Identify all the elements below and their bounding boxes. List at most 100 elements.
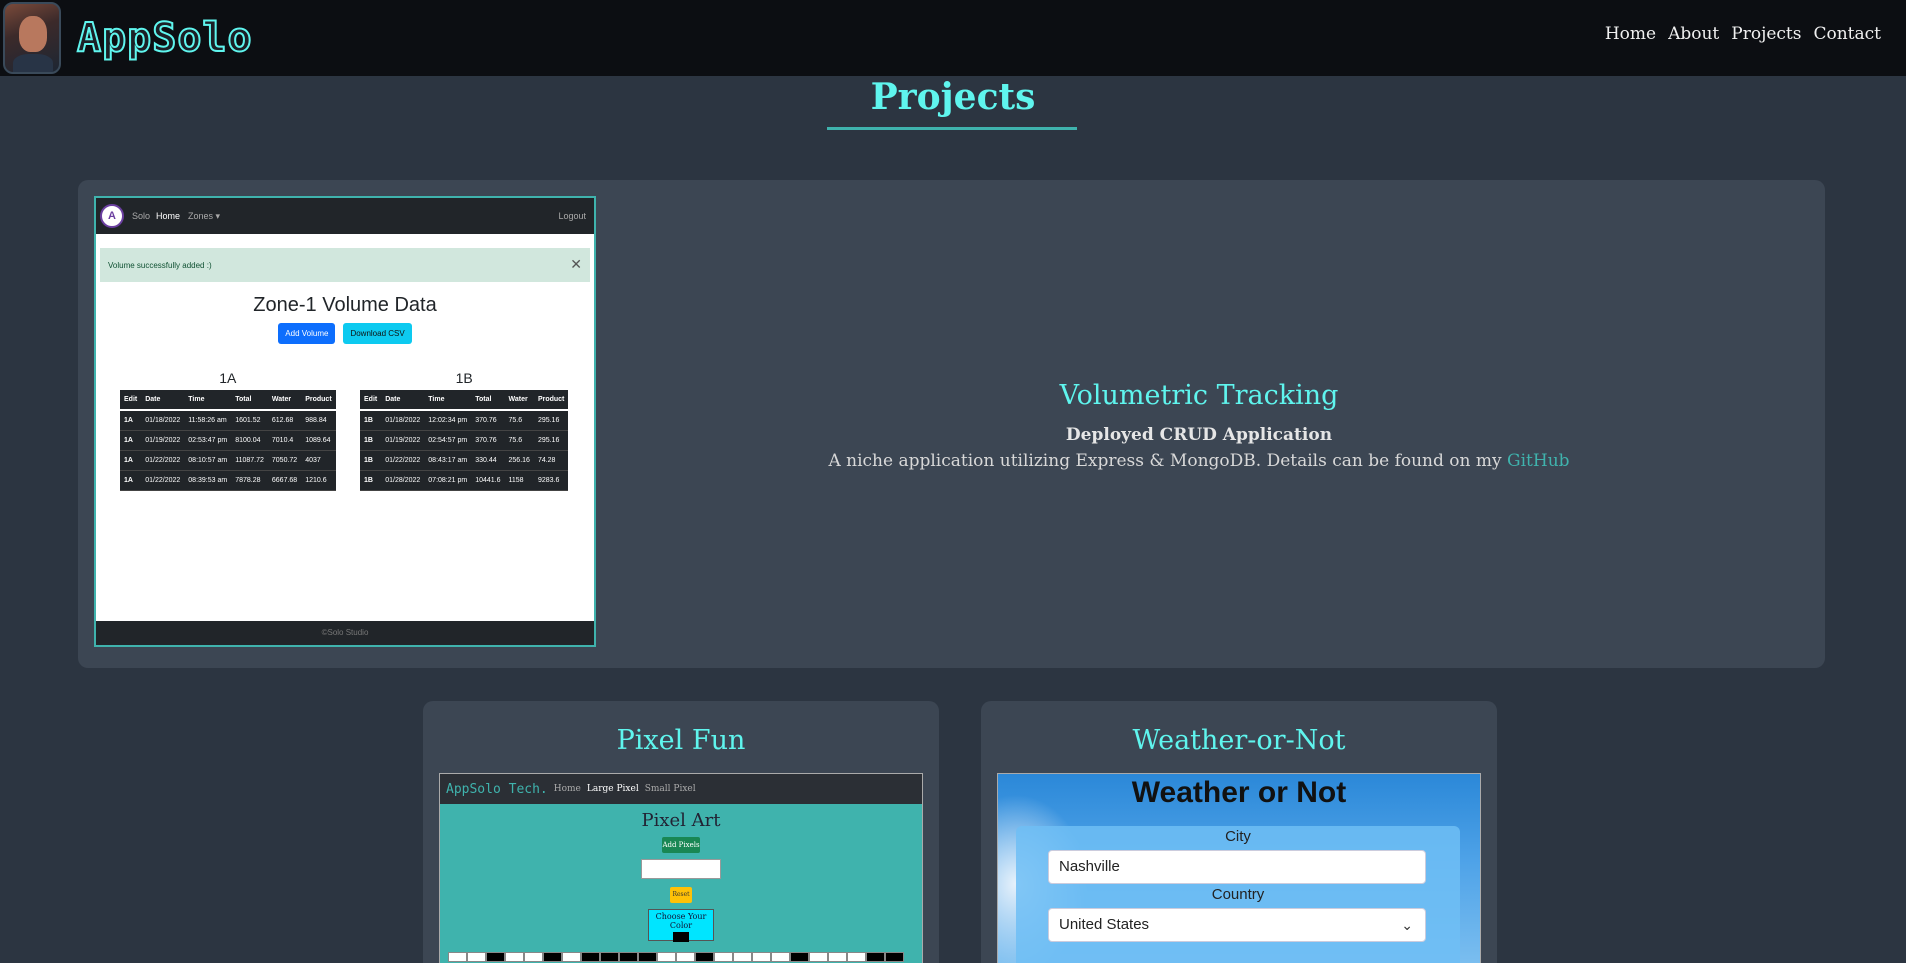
avatar[interactable] [3, 2, 61, 74]
table-cell: 7050.72 [267, 450, 302, 471]
table-cell: 370.76 [471, 410, 505, 431]
table-cell: 1210.6 [301, 470, 336, 491]
brand-logo[interactable]: AppSolo [76, 14, 253, 62]
color-picker-label: Choose Your Color [655, 912, 707, 930]
volumetric-screenshot: A Solo Home Zones ▾ Logout Volume succes… [94, 196, 596, 647]
project-subtitle: Deployed CRUD Application [1065, 425, 1333, 445]
title-underline [827, 127, 1077, 130]
table-header-cell: Total [231, 390, 268, 411]
pixel-cell [828, 952, 847, 962]
table-row: 1A 01/22/2022 08:39:53 am 7878.28 6667.68 121… [120, 470, 336, 491]
screenshot-add-volume-button: Add Volume [278, 323, 336, 344]
pixel-cell [866, 952, 885, 962]
pixel-fun-screenshot[interactable]: AppSolo Tech. Home Large Pixel Small Pix… [439, 773, 923, 963]
table-cell: 1B [360, 410, 382, 431]
screenshot-download-csv-button: Download CSV [343, 323, 412, 344]
project-description-text: A niche application utilizing Express & … [828, 451, 1502, 471]
table-cell: 1158 [504, 470, 534, 491]
nav-link-contact[interactable]: Contact [1813, 24, 1881, 44]
screenshot-alert: Volume successfully added :) ✕ [100, 248, 590, 282]
table-header-cell: Edit [120, 390, 142, 411]
table-header-cell: Time [184, 390, 232, 411]
table-cell: 01/18/2022 [141, 410, 185, 431]
pixel-cell [790, 952, 809, 962]
project-card-weather: Weather-or-Not Weather or Not City Nashv… [981, 701, 1497, 963]
screenshot-footer: ©Solo Studio [96, 621, 594, 645]
table-cell: 01/19/2022 [141, 430, 185, 451]
screenshot-alert-text: Volume successfully added :) [108, 260, 212, 270]
table-cell: 7878.28 [231, 470, 268, 491]
table-cell: 256.16 [504, 450, 534, 471]
table-header-cell: Time [424, 390, 472, 411]
weather-screenshot[interactable]: Weather or Not City Nashville Country Un… [997, 773, 1481, 963]
table-cell: 12:02:34 pm [424, 410, 472, 431]
screenshot-pixel-input [641, 859, 721, 879]
pixel-cell [619, 952, 638, 962]
screenshot-logo-icon: A [100, 204, 124, 228]
table-cell: 612.68 [267, 410, 302, 431]
table-cell: 01/22/2022 [381, 450, 425, 471]
table-name: 1A [219, 370, 237, 386]
pixel-cell [885, 952, 904, 962]
city-field: Nashville [1048, 850, 1426, 884]
country-select: United States ⌄ [1048, 908, 1426, 942]
country-value: United States [1059, 916, 1150, 933]
pixel-cell [695, 952, 714, 962]
screenshot-nav-large-pixel: Large Pixel [586, 784, 639, 794]
pixel-cell [505, 952, 524, 962]
table-cell: 1A [120, 430, 142, 451]
nav-link-about[interactable]: About [1668, 24, 1719, 44]
table-cell: 01/18/2022 [381, 410, 425, 431]
screenshot-reset-button: Reset [670, 887, 692, 903]
nav-links: Home About Projects Contact [1605, 24, 1881, 44]
table-row: 1B 01/28/2022 07:08:21 pm 10441.6 1158 9283.6 [360, 470, 569, 491]
pixel-cell [733, 952, 752, 962]
table-cell: 295.16 [533, 410, 569, 431]
nav-link-projects[interactable]: Projects [1731, 24, 1801, 44]
table-cell: 1601.52 [231, 410, 268, 431]
screenshot-nav-home: Home [156, 211, 181, 221]
table-header-cell: Edit [360, 390, 382, 411]
table-cell: 9283.6 [533, 470, 569, 491]
pixel-cell [486, 952, 505, 962]
table-cell: 1A [120, 470, 142, 491]
table-row: 1A 01/19/2022 02:53:47 pm 8100.04 7010.4 1089… [120, 430, 336, 451]
table-cell: 988.84 [301, 410, 336, 431]
pixel-cell [638, 952, 657, 962]
table-cell: 08:10:57 am [184, 450, 232, 471]
screenshot-nav-brand: Solo [132, 211, 151, 221]
screenshot-nav-home: Home [553, 784, 581, 794]
project-title: Pixel Fun [616, 725, 746, 756]
table-name: 1B [455, 370, 473, 386]
table-header-cell: Date [141, 390, 185, 411]
table-header-cell: Total [471, 390, 505, 411]
project-title: Volumetric Tracking [1059, 380, 1339, 411]
pixel-cell [448, 952, 467, 962]
screenshot-nav-small-pixel: Small Pixel [644, 784, 696, 794]
table-cell: 02:53:47 pm [184, 430, 232, 451]
table-cell: 1A [120, 410, 142, 431]
table-row: 1B 01/19/2022 02:54:57 pm 370.76 75.6 295.16 [360, 430, 569, 451]
pixel-cell [657, 952, 676, 962]
table-cell: 11087.72 [231, 450, 268, 471]
table-cell: 75.6 [504, 430, 534, 451]
table-cell: 295.16 [533, 430, 569, 451]
screenshot-heading: Zone-1 Volume Data [253, 294, 437, 316]
nav-link-home[interactable]: Home [1605, 24, 1656, 44]
project-info: Volumetric Tracking Deployed CRUD Applic… [600, 380, 1798, 471]
table-header-cell: Water [267, 390, 302, 411]
close-icon: ✕ [570, 256, 582, 272]
section-title: Projects [870, 76, 1036, 118]
table-cell: 01/22/2022 [141, 470, 185, 491]
screenshot-heading: Pixel Art [641, 810, 721, 831]
github-link[interactable]: GitHub [1507, 451, 1570, 471]
table-row: 1B 01/18/2022 12:02:34 pm 370.76 75.6 295.16 [360, 410, 569, 431]
table-cell: 370.76 [471, 430, 505, 451]
project-title: Weather-or-Not [1132, 725, 1346, 756]
country-label: Country [1211, 886, 1265, 903]
table-cell: 1B [360, 470, 382, 491]
screenshot-brand: AppSolo Tech. [446, 781, 548, 797]
screenshot-navbar: A Solo Home Zones ▾ Logout [96, 198, 594, 234]
table-cell: 75.6 [504, 410, 534, 431]
table-row: 1A 01/18/2022 11:58:26 am 1601.52 612.68 988.… [120, 410, 336, 431]
